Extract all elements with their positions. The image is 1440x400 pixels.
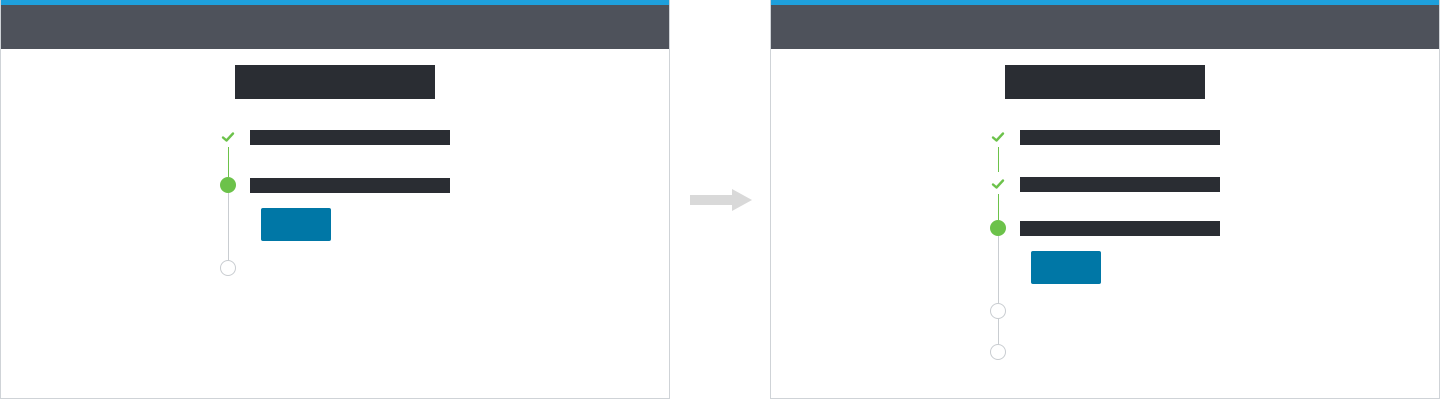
right-arrow-icon bbox=[690, 189, 752, 211]
step-connector-pending bbox=[998, 319, 999, 344]
step-action-button[interactable] bbox=[261, 208, 331, 241]
step-label-placeholder bbox=[250, 130, 450, 145]
step-connector-complete bbox=[998, 194, 999, 220]
after-screen bbox=[770, 0, 1440, 399]
before-screen bbox=[0, 0, 670, 399]
check-icon bbox=[221, 130, 235, 144]
step-action-button[interactable] bbox=[1031, 251, 1101, 284]
step-connector-complete bbox=[998, 147, 999, 172]
page-title-placeholder bbox=[235, 65, 435, 99]
step-connector-pending bbox=[228, 193, 229, 260]
page-title-placeholder bbox=[1005, 65, 1205, 99]
step-label-placeholder bbox=[250, 178, 450, 193]
current-step-dot-icon bbox=[220, 177, 236, 193]
pending-step-circle-icon bbox=[990, 344, 1006, 360]
step-connector-complete bbox=[228, 147, 229, 177]
step-connector-pending bbox=[998, 236, 999, 303]
current-step-dot-icon bbox=[990, 220, 1006, 236]
step-label-placeholder bbox=[1020, 130, 1220, 145]
step-label-placeholder bbox=[1020, 177, 1220, 192]
pending-step-circle-icon bbox=[220, 260, 236, 276]
check-icon bbox=[991, 130, 1005, 144]
pending-step-circle-icon bbox=[990, 303, 1006, 319]
step-label-placeholder bbox=[1020, 221, 1220, 236]
check-icon bbox=[991, 177, 1005, 191]
header-bar bbox=[771, 5, 1439, 49]
header-bar bbox=[1, 5, 669, 49]
